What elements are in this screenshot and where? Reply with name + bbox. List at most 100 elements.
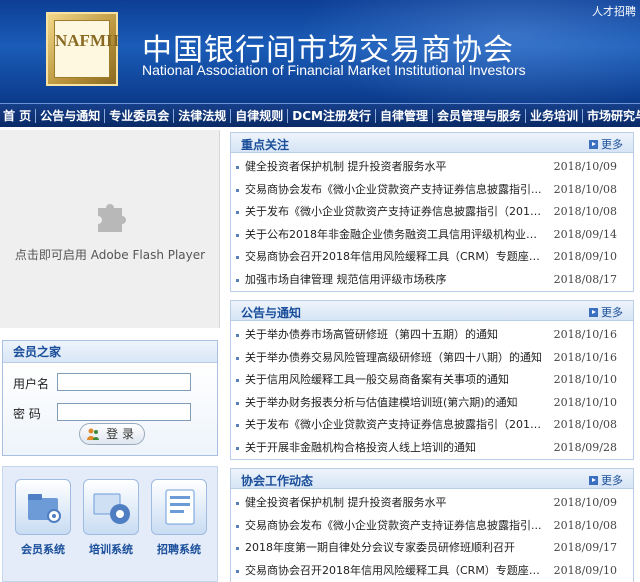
system-shortcuts: 会员系统 培训系统 招聘系统 (2, 466, 218, 582)
training-system-button[interactable]: 培训系统 (81, 479, 141, 557)
news-date: 2018/10/08 (553, 418, 617, 431)
news-item[interactable]: 关于举办债券交易风险管理高级研修班（第四十八期）的通知 2018/10/16 (231, 347, 633, 370)
recruit-icon (151, 479, 207, 535)
news-title[interactable]: 加强市场自律管理 规范信用评级市场秩序 (245, 269, 545, 292)
nav-divider (431, 108, 433, 123)
news-item[interactable]: 关于信用风险缓释工具一般交易商备案有关事项的通知 2018/10/10 (231, 369, 633, 392)
news-title[interactable]: 交易商协会发布《微小企业贷款资产支持证券信息披露指引... (245, 179, 545, 202)
nav-item-training[interactable]: 业务培训 (527, 104, 581, 127)
panel-title: 重点关注 (241, 138, 290, 152)
news-title[interactable]: 关于举办债券市场高管研修班（第四十五期）的通知 (245, 324, 545, 347)
nav-divider (104, 108, 106, 123)
news-item[interactable]: 交易商协会召开2018年信用风险缓释工具（CRM）专题座谈会 2018/09/10 (231, 560, 633, 582)
logo[interactable]: NAFMII (46, 12, 120, 86)
recruit-link[interactable]: 人才招聘 (592, 3, 636, 19)
news-item[interactable]: 关于发布《微小企业贷款资产支持证券信息披露指引（2018... 2018/10/0… (231, 201, 633, 224)
news-date: 2018/10/09 (553, 496, 617, 509)
password-input[interactable] (57, 403, 191, 421)
nav-item-research[interactable]: 市场研究与分析 (584, 104, 640, 127)
login-button[interactable]: 登 录 (79, 423, 145, 445)
news-title[interactable]: 关于举办财务报表分析与估值建模培训班(第六期)的通知 (245, 392, 545, 415)
more-link[interactable]: 更多 (589, 304, 623, 320)
news-title[interactable]: 2018年度第一期自律处分会议专家委员研修班顺利召开 (245, 537, 545, 560)
site-header: NAFMII 中国银行间市场交易商协会 National Association… (0, 0, 640, 103)
news-date: 2018/09/28 (553, 440, 617, 454)
news-list: 健全投资者保护机制 提升投资者服务水平 2018/10/09 交易商协会发布《微小… (231, 153, 633, 291)
panel-key-focus: 重点关注 更多 健全投资者保护机制 提升投资者服务水平 2018/10/09 交易… (230, 132, 634, 292)
nav-divider (582, 108, 584, 123)
nav-divider (230, 108, 232, 123)
news-list: 关于举办债券市场高管研修班（第四十五期）的通知 2018/10/16 关于举办债券… (231, 321, 633, 459)
logo-text: NAFMII (55, 31, 120, 50)
news-item[interactable]: 关于发布《微小企业贷款资产支持证券信息披露指引（2018... 2018/10/0… (231, 414, 633, 437)
arrow-icon (589, 308, 598, 317)
recruit-system-button[interactable]: 招聘系统 (149, 479, 209, 557)
news-item[interactable]: 关于开展非金融机构合格投资人线上培训的通知 2018/09/28 (231, 437, 633, 460)
news-title[interactable]: 健全投资者保护机制 提升投资者服务水平 (245, 156, 545, 179)
nav-item-home[interactable]: 首 页 (0, 104, 34, 127)
flash-placeholder[interactable]: 点击即可启用 Adobe Flash Player (0, 130, 220, 328)
nav-item-dcm[interactable]: DCM注册发行 (289, 104, 374, 127)
news-date: 2018/10/10 (553, 373, 617, 386)
news-title[interactable]: 交易商协会发布《微小企业贷款资产支持证券信息披露指引... (245, 515, 545, 538)
news-title[interactable]: 交易商协会召开2018年信用风险缓释工具（CRM）专题座谈会 (245, 560, 545, 582)
news-title[interactable]: 关于发布《微小企业贷款资产支持证券信息披露指引（2018... (245, 414, 545, 437)
news-title[interactable]: 关于公布2018年非金融企业债务融资工具信用评级机构业务... (245, 224, 545, 247)
news-date: 2018/10/10 (553, 395, 617, 409)
logo-inner: NAFMII (54, 20, 120, 78)
login-label: 登 录 (106, 427, 134, 441)
news-item[interactable]: 2018年度第一期自律处分会议专家委员研修班顺利召开 2018/09/17 (231, 537, 633, 560)
nav-divider (35, 108, 37, 123)
training-system-label: 培训系统 (89, 543, 133, 556)
nav-item-committees[interactable]: 专业委员会 (106, 104, 172, 127)
news-title[interactable]: 交易商协会召开2018年信用风险缓释工具（CRM）专题座谈会 (245, 246, 545, 269)
panel-title: 公告与通知 (241, 306, 302, 320)
more-label: 更多 (601, 306, 623, 319)
flash-text: 点击即可启用 Adobe Flash Player (14, 248, 206, 262)
news-date: 2018/10/09 (553, 160, 617, 173)
nav-item-member-services[interactable]: 会员管理与服务 (434, 104, 524, 127)
nav-item-rules[interactable]: 自律规则 (232, 104, 286, 127)
news-item[interactable]: 健全投资者保护机制 提升投资者服务水平 2018/10/09 (231, 492, 633, 515)
news-item[interactable]: 关于举办债券市场高管研修班（第四十五期）的通知 2018/10/16 (231, 324, 633, 347)
panel-notices: 公告与通知 更多 关于举办债券市场高管研修班（第四十五期）的通知 2018/10/… (230, 300, 634, 460)
member-system-button[interactable]: 会员系统 (13, 479, 73, 557)
member-form: 用户名 密 码 登 录 (3, 363, 217, 455)
news-date: 2018/10/16 (553, 350, 617, 364)
nav-divider (287, 108, 289, 123)
news-title[interactable]: 关于举办债券交易风险管理高级研修班（第四十八期）的通知 (245, 347, 545, 370)
nav-divider (374, 108, 376, 123)
more-label: 更多 (601, 474, 623, 487)
users-icon (87, 428, 99, 440)
news-date: 2018/10/16 (553, 328, 617, 341)
nav-item-laws[interactable]: 法律法规 (175, 104, 229, 127)
news-date: 2018/09/10 (553, 563, 617, 577)
username-input[interactable] (57, 373, 191, 391)
news-date: 2018/08/17 (553, 272, 617, 286)
main-nav: 首 页公告与通知 专业委员会 法律法规 自律规则 DCM注册发行 自律管理 会员管理与服务业… (0, 103, 640, 127)
news-date: 2018/10/08 (553, 518, 617, 532)
news-date: 2018/10/08 (553, 182, 617, 196)
news-date: 2018/09/14 (553, 227, 617, 241)
panel-header: 公告与通知 更多 (231, 301, 633, 321)
news-item[interactable]: 交易商协会召开2018年信用风险缓释工具（CRM）专题座谈会 2018/09/10 (231, 246, 633, 269)
folder-icon (15, 479, 71, 535)
news-item[interactable]: 关于公布2018年非金融企业债务融资工具信用评级机构业务... 2018/09/1… (231, 224, 633, 247)
more-link[interactable]: 更多 (589, 136, 623, 152)
panel-header: 重点关注 更多 (231, 133, 633, 153)
news-item[interactable]: 关于举办财务报表分析与估值建模培训班(第六期)的通知 2018/10/10 (231, 392, 633, 415)
news-item[interactable]: 交易商协会发布《微小企业贷款资产支持证券信息披露指引... 2018/10/08 (231, 179, 633, 202)
news-item[interactable]: 交易商协会发布《微小企业贷款资产支持证券信息披露指引... 2018/10/08 (231, 515, 633, 538)
puzzle-icon (98, 204, 126, 232)
news-title[interactable]: 关于发布《微小企业贷款资产支持证券信息披露指引（2018... (245, 201, 545, 224)
panel-title: 协会工作动态 (241, 474, 314, 488)
nav-item-notices[interactable]: 公告与通知 (37, 104, 103, 127)
news-item[interactable]: 健全投资者保护机制 提升投资者服务水平 2018/10/09 (231, 156, 633, 179)
news-title[interactable]: 关于开展非金融机构合格投资人线上培训的通知 (245, 437, 545, 460)
nav-item-self-regulation[interactable]: 自律管理 (377, 104, 431, 127)
news-item[interactable]: 加强市场自律管理 规范信用评级市场秩序 2018/08/17 (231, 269, 633, 292)
gear-icon (83, 479, 139, 535)
news-title[interactable]: 关于信用风险缓释工具一般交易商备案有关事项的通知 (245, 369, 545, 392)
more-link[interactable]: 更多 (589, 472, 623, 488)
news-title[interactable]: 健全投资者保护机制 提升投资者服务水平 (245, 492, 545, 515)
